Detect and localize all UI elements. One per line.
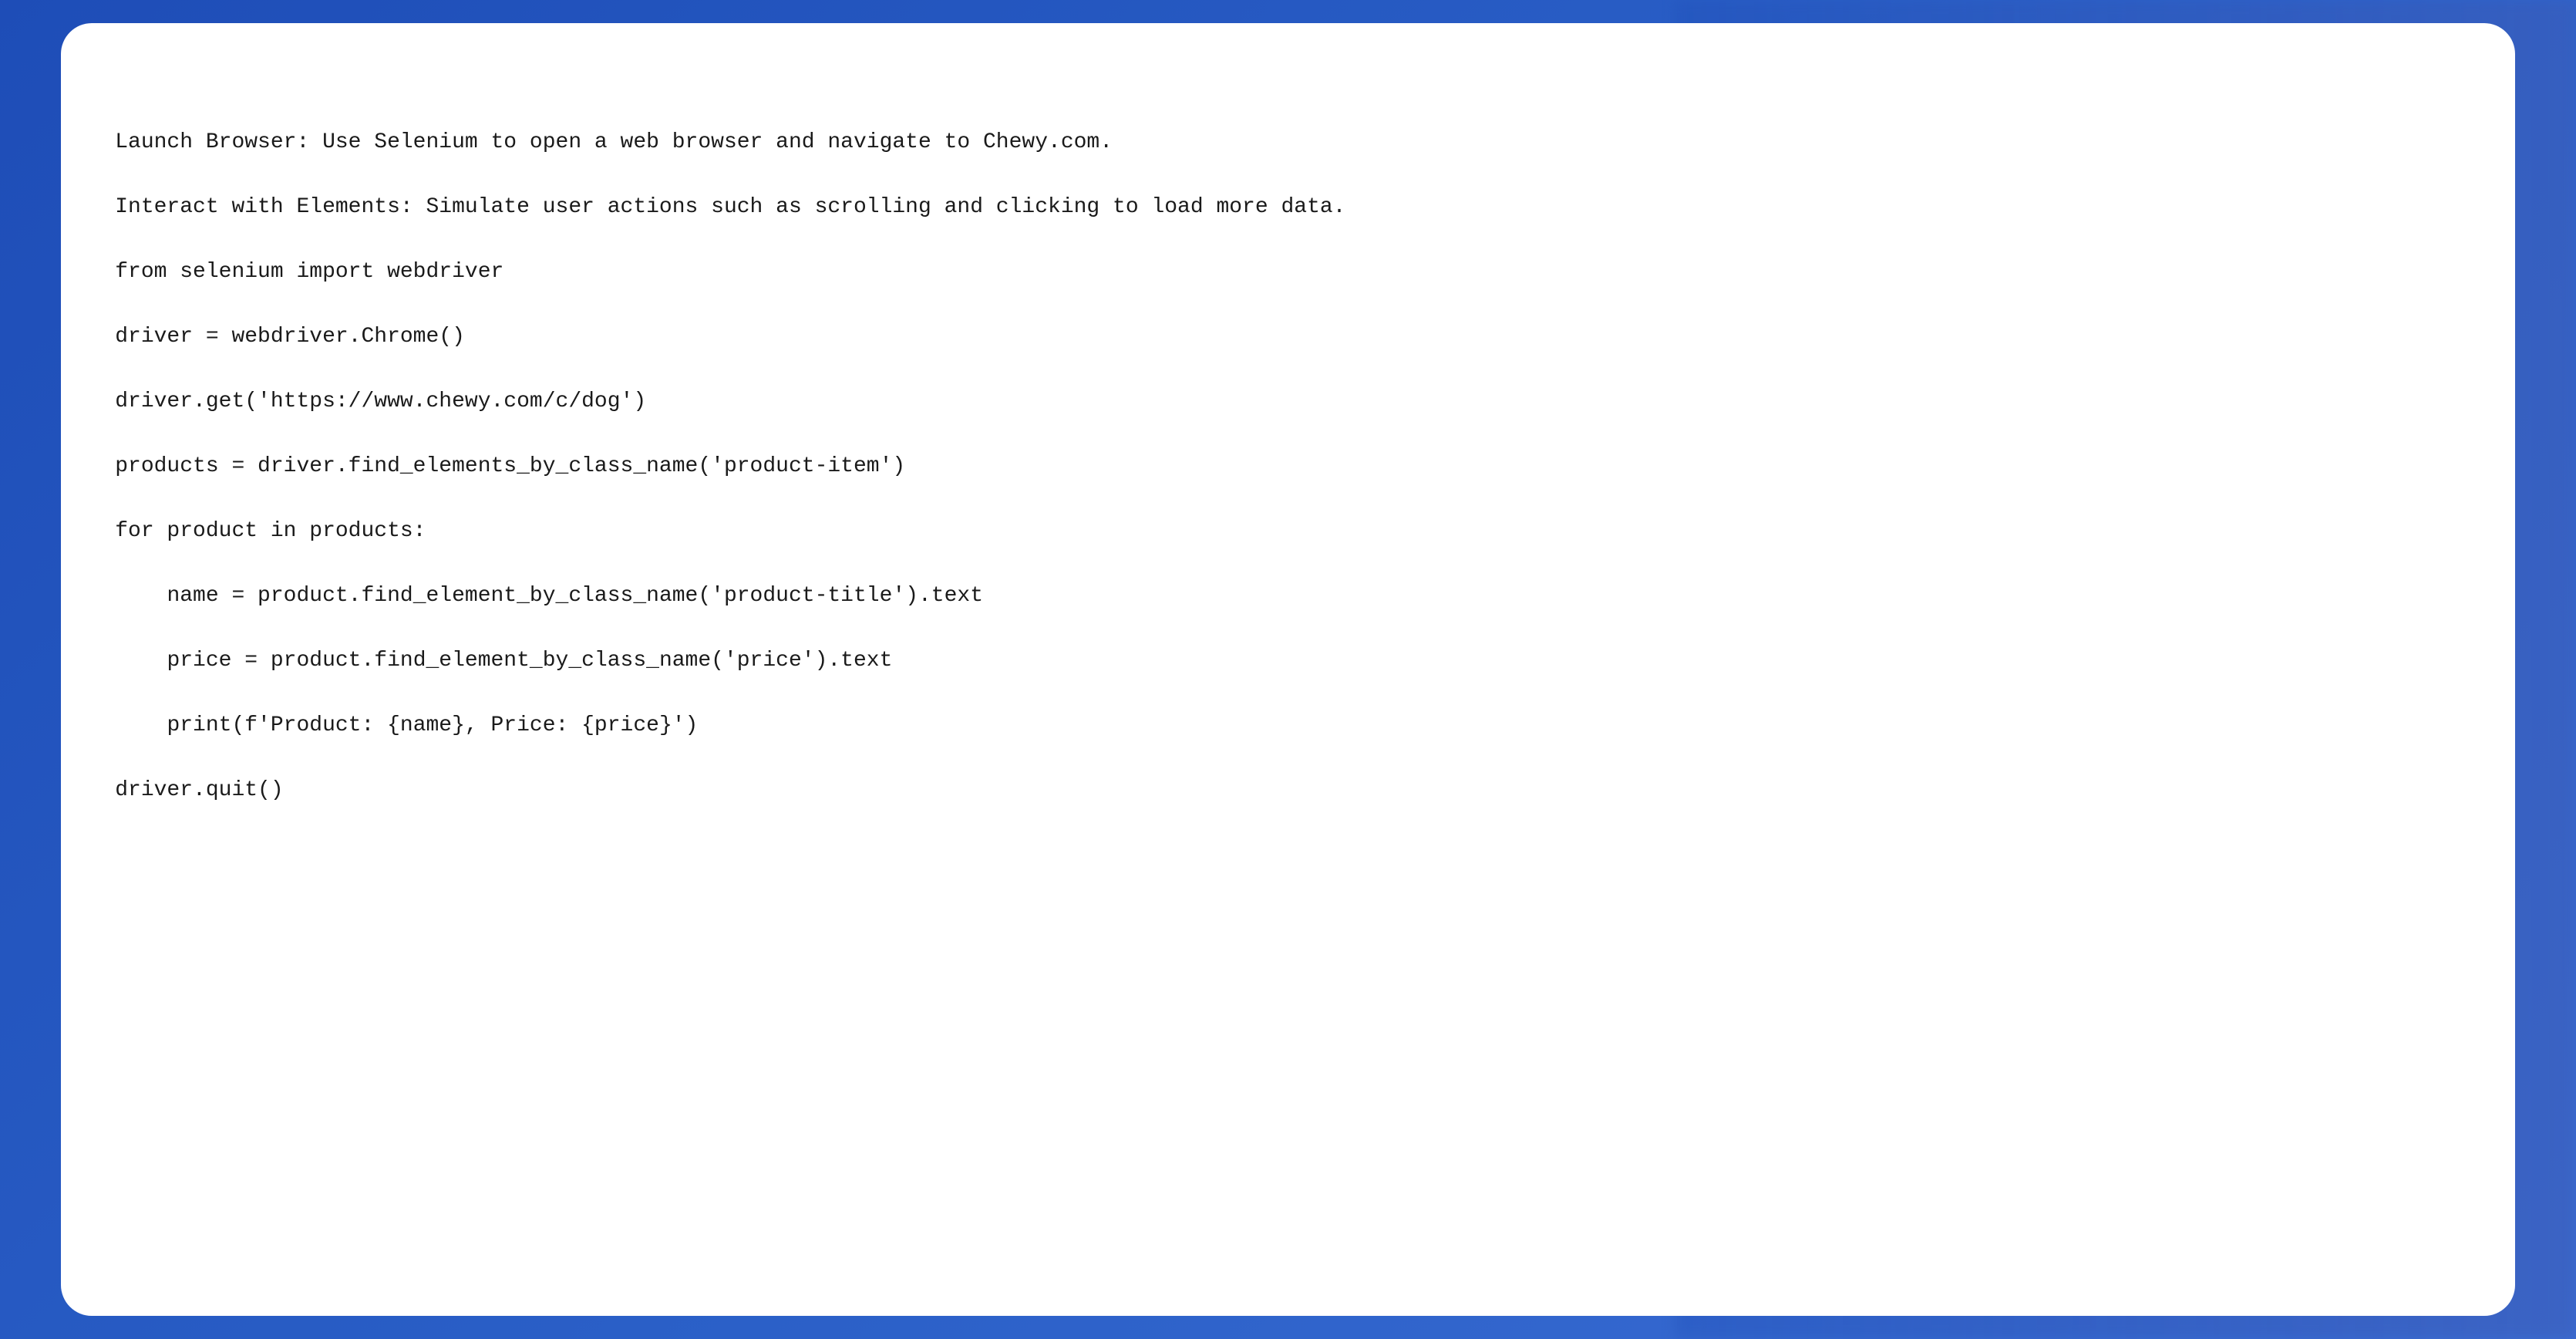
blank-line — [115, 742, 2461, 774]
code-line: driver.get('https://www.chewy.com/c/dog'… — [115, 386, 2461, 418]
code-card: Launch Browser: Use Selenium to open a w… — [61, 23, 2515, 1316]
code-line: price = product.find_element_by_class_na… — [115, 645, 2461, 677]
code-line: Launch Browser: Use Selenium to open a w… — [115, 126, 2461, 159]
blank-line — [115, 612, 2461, 645]
blank-line — [115, 483, 2461, 515]
blank-line — [115, 677, 2461, 710]
code-line: Interact with Elements: Simulate user ac… — [115, 191, 2461, 224]
blank-line — [115, 353, 2461, 386]
blank-line — [115, 288, 2461, 321]
code-line: driver = webdriver.Chrome() — [115, 321, 2461, 353]
code-line: from selenium import webdriver — [115, 256, 2461, 288]
code-line: products = driver.find_elements_by_class… — [115, 450, 2461, 483]
blank-line — [115, 159, 2461, 191]
blank-line — [115, 548, 2461, 580]
code-block: Launch Browser: Use Selenium to open a w… — [115, 62, 2461, 807]
code-line: print(f'Product: {name}, Price: {price}'… — [115, 710, 2461, 742]
code-line: for product in products: — [115, 515, 2461, 548]
code-line: driver.quit() — [115, 774, 2461, 807]
blank-line — [115, 418, 2461, 450]
code-line: name = product.find_element_by_class_nam… — [115, 580, 2461, 612]
blank-line — [115, 224, 2461, 256]
